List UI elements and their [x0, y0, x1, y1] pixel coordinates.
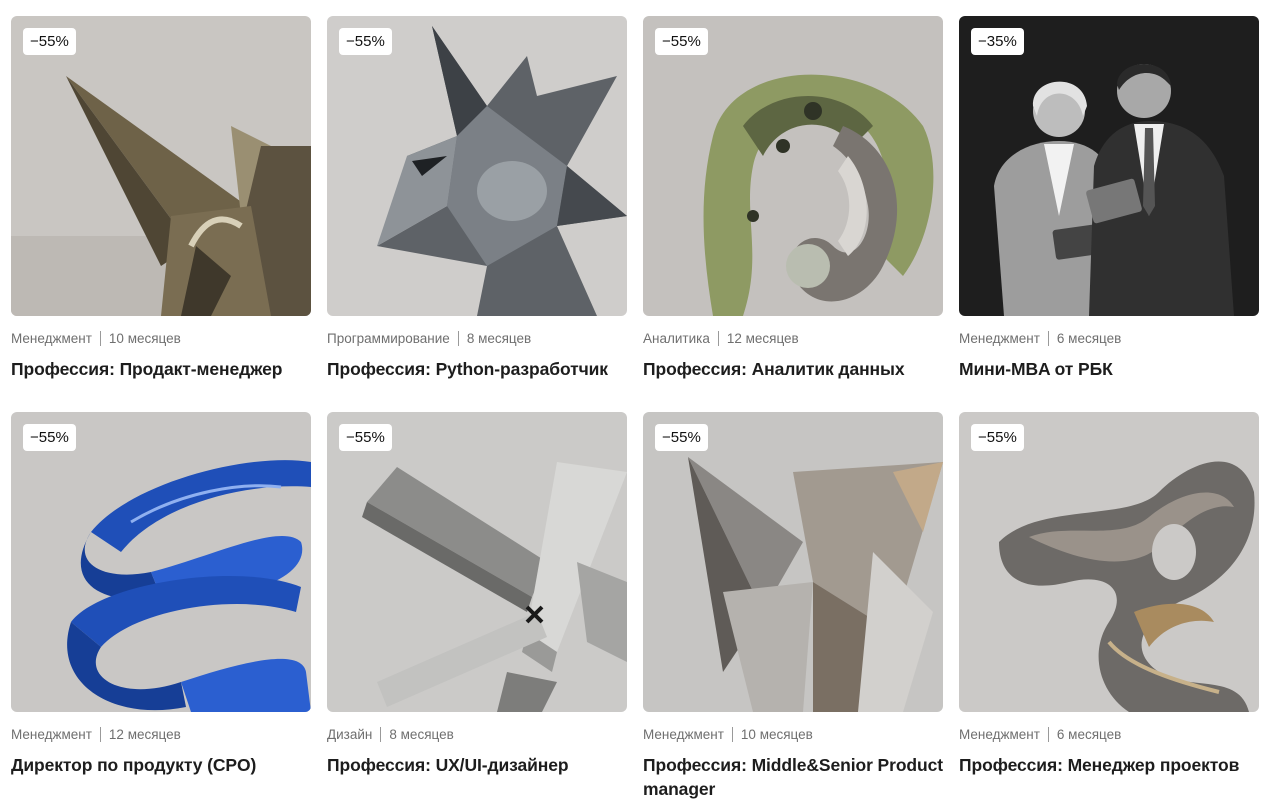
- course-card[interactable]: −55% Аналитика 12 месяцев Профессия: Ана…: [643, 16, 943, 396]
- course-title[interactable]: Профессия: Python-разработчик: [327, 357, 627, 381]
- course-category: Менеджмент: [959, 727, 1040, 742]
- course-meta: Менеджмент 6 месяцев: [959, 726, 1259, 743]
- course-duration: 12 месяцев: [108, 727, 181, 742]
- course-title[interactable]: Профессия: Продакт-менеджер: [11, 357, 311, 381]
- metal-star-sculpture-image: [327, 16, 627, 316]
- course-grid: −55% Менеджмент 10 месяцев Профессия: Пр…: [11, 16, 1259, 799]
- course-card[interactable]: −55% Менеджмент 12 месяцев Директор по п…: [11, 412, 311, 792]
- course-card[interactable]: −55% Менеджмент 10 месяцев Профессия: Mi…: [643, 412, 943, 799]
- marble-ribbon-sculpture-image: [643, 16, 943, 316]
- discount-badge: −55%: [23, 424, 76, 451]
- steel-bars-sculpture-image: [327, 412, 627, 712]
- course-meta: Дизайн 8 месяцев: [327, 726, 627, 743]
- course-category: Программирование: [327, 331, 450, 346]
- course-duration: 12 месяцев: [726, 331, 799, 346]
- course-meta: Менеджмент 6 месяцев: [959, 330, 1259, 347]
- course-image[interactable]: −55%: [327, 16, 627, 316]
- meta-divider: [99, 727, 101, 742]
- course-duration: 10 месяцев: [108, 331, 181, 346]
- course-category: Менеджмент: [959, 331, 1040, 346]
- meta-divider: [717, 331, 719, 346]
- course-category: Аналитика: [643, 331, 710, 346]
- steel-prisms-sculpture-image: [643, 412, 943, 712]
- course-meta: Программирование 8 месяцев: [327, 330, 627, 347]
- course-duration: 8 месяцев: [466, 331, 532, 346]
- course-image[interactable]: −55%: [327, 412, 627, 712]
- course-title[interactable]: Мини-MBA от РБК: [959, 357, 1259, 381]
- course-duration: 10 месяцев: [740, 727, 813, 742]
- meta-divider: [731, 727, 733, 742]
- twisted-metal-sculpture-image: [959, 412, 1259, 712]
- course-duration: 8 месяцев: [389, 727, 454, 742]
- blue-ribbon-sculpture-image: [11, 412, 311, 712]
- course-card[interactable]: −55% Менеджмент 6 месяцев Профессия: Мен…: [959, 412, 1259, 792]
- course-meta: Менеджмент 12 месяцев: [11, 726, 311, 743]
- course-category: Менеджмент: [11, 727, 92, 742]
- meta-divider: [1047, 331, 1049, 346]
- meta-divider: [1047, 727, 1049, 742]
- course-image[interactable]: −55%: [11, 16, 311, 316]
- course-duration: 6 месяцев: [1056, 727, 1122, 742]
- course-title[interactable]: Директор по продукту (CPO): [11, 753, 311, 777]
- course-duration: 6 месяцев: [1056, 331, 1122, 346]
- course-image[interactable]: −55%: [959, 412, 1259, 712]
- course-card[interactable]: −55% Дизайн 8 месяцев Профессия: UX/UI-д…: [327, 412, 627, 792]
- course-image[interactable]: −55%: [643, 16, 943, 316]
- course-title[interactable]: Профессия: Аналитик данных: [643, 357, 943, 381]
- course-category: Менеджмент: [11, 331, 92, 346]
- course-title[interactable]: Профессия: UX/UI-дизайнер: [327, 753, 627, 777]
- course-meta: Аналитика 12 месяцев: [643, 330, 943, 347]
- meta-divider: [99, 331, 101, 346]
- course-image[interactable]: −35%: [959, 16, 1259, 316]
- course-card[interactable]: −55% Программирование 8 месяцев Професси…: [327, 16, 627, 396]
- discount-badge: −55%: [339, 424, 392, 451]
- course-category: Менеджмент: [643, 727, 724, 742]
- course-meta: Менеджмент 10 месяцев: [643, 726, 943, 743]
- course-image[interactable]: −55%: [11, 412, 311, 712]
- course-card[interactable]: −55% Менеджмент 10 месяцев Профессия: Пр…: [11, 16, 311, 396]
- course-title[interactable]: Профессия: Менеджер проектов: [959, 753, 1259, 777]
- course-meta: Менеджмент 10 месяцев: [11, 330, 311, 347]
- discount-badge: −35%: [971, 28, 1024, 55]
- course-image[interactable]: −55%: [643, 412, 943, 712]
- bronze-triangles-sculpture-image: [11, 16, 311, 316]
- meta-divider: [457, 331, 459, 346]
- course-category: Дизайн: [327, 727, 373, 742]
- discount-badge: −55%: [339, 28, 392, 55]
- course-card[interactable]: −35% Менеджмент 6 месяцев Мини-MBA от РБ…: [959, 16, 1259, 396]
- course-title[interactable]: Профессия: Middle&Senior Product manager: [643, 753, 943, 801]
- discount-badge: −55%: [23, 28, 76, 55]
- meta-divider: [380, 727, 382, 742]
- discount-badge: −55%: [971, 424, 1024, 451]
- discount-badge: −55%: [655, 424, 708, 451]
- business-people-with-tablets-photo-image: [959, 16, 1259, 316]
- discount-badge: −55%: [655, 28, 708, 55]
